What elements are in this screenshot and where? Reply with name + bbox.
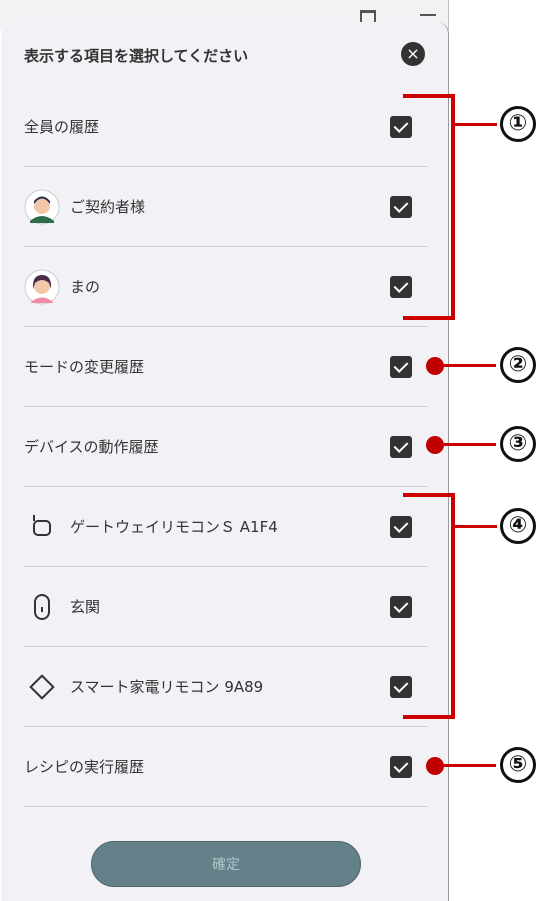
- annotation-leader: [455, 525, 497, 528]
- annotation-number: ⑤: [500, 747, 536, 783]
- annotation-leader: [444, 364, 496, 367]
- confirm-button[interactable]: 確定: [91, 841, 361, 887]
- item-label: ゲートウェイリモコンＳ A1F4: [70, 518, 278, 536]
- list-item-user[interactable]: まの: [24, 247, 428, 327]
- checkbox[interactable]: [390, 756, 412, 778]
- filter-icon: [420, 14, 436, 16]
- item-label: スマート家電リモコン 9A89: [70, 678, 264, 696]
- annotation-number: ④: [500, 508, 536, 544]
- annotation-number: ①: [500, 106, 536, 142]
- gateway-remote-icon: [33, 515, 51, 536]
- checkbox[interactable]: [390, 116, 412, 138]
- checkbox[interactable]: [390, 436, 412, 458]
- annotation-bracket-side: [451, 94, 455, 320]
- annotation-bracket-top: [403, 94, 455, 98]
- annotation-leader: [455, 123, 497, 126]
- annotation-number: ③: [500, 426, 536, 462]
- checkbox[interactable]: [390, 356, 412, 378]
- annotation-dot: [426, 436, 444, 454]
- checkbox[interactable]: [390, 516, 412, 538]
- sheet-title: 表示する項目を選択してください: [24, 47, 249, 65]
- item-label: 全員の履歴: [24, 118, 100, 136]
- avatar-male-icon: [24, 189, 60, 225]
- avatar-female-icon: [24, 269, 60, 305]
- close-icon[interactable]: ×: [401, 42, 425, 66]
- smart-remote-icon: [29, 674, 55, 700]
- item-label: ご契約者様: [70, 198, 146, 216]
- item-label: モードの変更履歴: [24, 358, 145, 376]
- checkbox[interactable]: [390, 596, 412, 618]
- annotation-bracket-bottom: [403, 715, 455, 719]
- checkbox[interactable]: [390, 676, 412, 698]
- list-item-contractor[interactable]: ご契約者様: [24, 167, 428, 247]
- annotation-leader: [444, 764, 496, 767]
- list-item-all-history[interactable]: 全員の履歴: [24, 87, 428, 167]
- annotation-number: ②: [500, 347, 536, 383]
- item-label: デバイスの動作履歴: [24, 438, 159, 456]
- list-item-entrance[interactable]: 玄関: [24, 567, 428, 647]
- list-item-mode-history[interactable]: モードの変更履歴: [24, 327, 428, 407]
- selection-sheet: 表示する項目を選択してください × 全員の履歴 ご契約者様 まの モードの変更履…: [1, 22, 449, 901]
- door-sensor-icon: [34, 594, 50, 620]
- item-label: まの: [70, 278, 101, 296]
- annotation-dot: [426, 757, 444, 775]
- list-item-gateway-remote[interactable]: ゲートウェイリモコンＳ A1F4: [24, 487, 428, 567]
- checkbox[interactable]: [390, 196, 412, 218]
- item-label: 玄関: [70, 598, 101, 616]
- annotation-dot: [426, 357, 444, 375]
- list-item-device-history[interactable]: デバイスの動作履歴: [24, 407, 428, 487]
- list-item-smart-remote[interactable]: スマート家電リモコン 9A89: [24, 647, 428, 727]
- list-item-recipe-history[interactable]: レシピの実行履歴: [24, 727, 428, 807]
- annotation-bracket-top: [403, 493, 455, 497]
- checkbox[interactable]: [390, 276, 412, 298]
- item-label: レシピの実行履歴: [24, 758, 145, 776]
- annotation-leader: [444, 443, 496, 446]
- annotation-bracket-bottom: [403, 316, 455, 320]
